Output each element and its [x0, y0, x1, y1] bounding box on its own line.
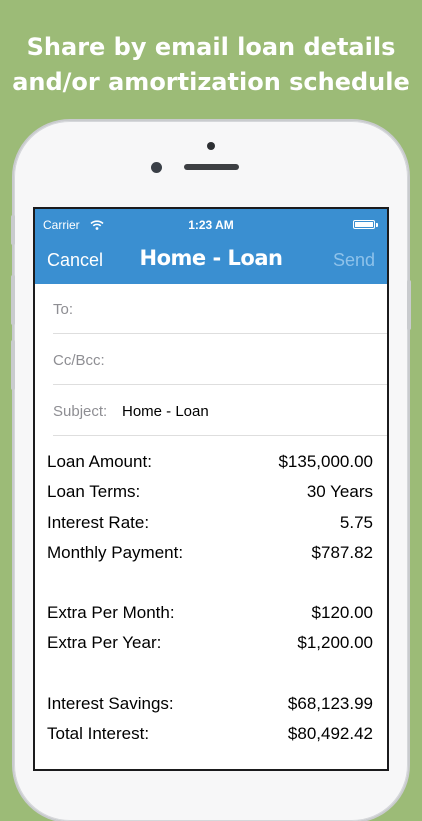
detail-row: Interest Savings: $68,123.99	[47, 691, 373, 721]
detail-label: Monthly Payment:	[47, 542, 184, 562]
detail-label: Loan Terms:	[47, 482, 141, 502]
phone-side-button	[11, 215, 15, 245]
detail-label: Extra Per Month:	[47, 603, 175, 623]
phone-power-button	[407, 280, 411, 330]
cc-bcc-field[interactable]: Cc/Bcc:	[53, 335, 387, 386]
detail-row: Monthly Payment: $787.82	[47, 540, 373, 570]
to-input[interactable]	[53, 284, 387, 335]
detail-value: 5.75	[339, 512, 373, 532]
subject-label: Subject:	[53, 403, 108, 420]
phone-volume-up-button	[11, 275, 15, 325]
detail-label: Interest Rate:	[47, 512, 150, 532]
headline-line-2: and/or amortization schedule	[12, 68, 410, 96]
status-time: 1:23 AM	[188, 218, 234, 232]
phone-speaker	[184, 164, 239, 170]
cc-bcc-input[interactable]	[53, 335, 387, 386]
send-button[interactable]: Send	[333, 250, 375, 271]
detail-value: $135,000.00	[278, 452, 373, 471]
detail-value: $1,200.00	[297, 633, 373, 653]
detail-row: Loan Amount: $135,000.00	[47, 449, 373, 479]
loan-details-body[interactable]: Loan Amount: $135,000.00 Loan Terms: 30 …	[47, 449, 373, 751]
phone-camera	[151, 162, 162, 173]
phone-volume-down-button	[11, 340, 15, 390]
detail-value: $787.82	[311, 542, 373, 562]
headline-line-1: Share by email loan details	[26, 33, 396, 61]
navigation-bar: Carrier 1:23 AM Cancel Home - Loan Send	[35, 209, 387, 284]
detail-row: Extra Per Month: $120.00	[47, 600, 373, 630]
detail-label: Total Interest:	[47, 724, 150, 744]
detail-row: Interest Rate: 5.75	[47, 510, 373, 540]
phone-screen: Carrier 1:23 AM Cancel Home - Loan Send …	[35, 209, 387, 769]
to-field[interactable]: To:	[53, 284, 387, 335]
subject-field[interactable]: Subject: Home - Loan	[53, 386, 387, 436]
subject-value[interactable]: Home - Loan	[122, 403, 209, 420]
detail-value: $80,492.42	[287, 724, 373, 744]
headline: Share by email loan details and/or amort…	[0, 30, 422, 100]
detail-row: Loan Terms: 30 Years	[47, 479, 373, 509]
detail-row: Extra Per Year: $1,200.00	[47, 630, 373, 660]
detail-label: Loan Amount:	[47, 452, 152, 471]
phone-sensor	[207, 142, 215, 150]
detail-label: Extra Per Year:	[47, 633, 162, 653]
detail-value: $68,123.99	[287, 693, 373, 713]
detail-row: Total Interest: $80,492.42	[47, 721, 373, 751]
detail-label: Interest Savings:	[47, 693, 174, 713]
detail-value: $120.00	[311, 603, 373, 623]
detail-value: 30 Years	[306, 482, 373, 502]
battery-icon	[353, 220, 378, 229]
